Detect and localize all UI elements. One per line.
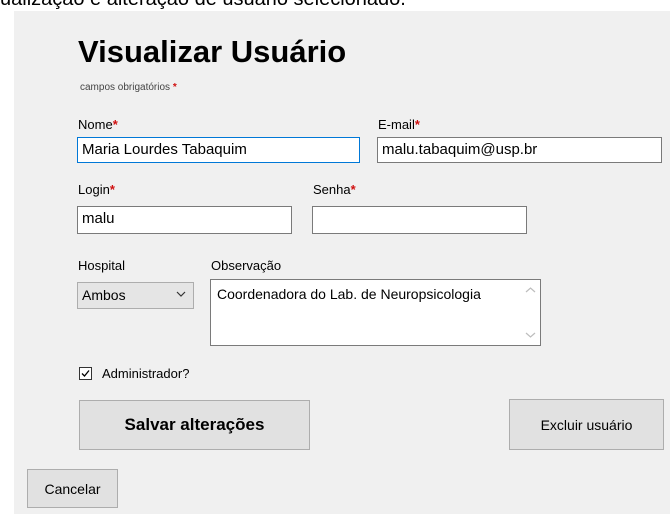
- hospital-select[interactable]: Ambos: [77, 282, 194, 309]
- hospital-selected-value: Ambos: [82, 287, 126, 303]
- chevron-down-icon: [176, 291, 186, 297]
- required-marker: *: [414, 117, 420, 132]
- required-note-text: campos obrigatórios: [80, 82, 171, 93]
- nome-label-text: Nome: [78, 117, 113, 132]
- window-caption: ualização e alteração de usuário selecio…: [0, 0, 406, 11]
- cancel-button[interactable]: Cancelar: [27, 469, 118, 508]
- required-marker: *: [112, 117, 118, 132]
- observacao-scrollbar[interactable]: [522, 281, 539, 344]
- hospital-label: Hospital: [78, 258, 125, 273]
- required-marker: *: [350, 182, 356, 197]
- scroll-up-icon[interactable]: [525, 286, 536, 294]
- nome-input[interactable]: Maria Lourdes Tabaquim: [77, 137, 360, 163]
- save-button[interactable]: Salvar alterações: [79, 400, 310, 450]
- required-marker: *: [172, 82, 177, 93]
- email-label-text: E-mail: [378, 117, 415, 132]
- observacao-label: Observação: [211, 258, 282, 273]
- admin-checkbox[interactable]: [79, 367, 92, 380]
- admin-label: Administrador?: [102, 366, 190, 381]
- delete-user-button[interactable]: Excluir usuário: [509, 399, 664, 450]
- login-input[interactable]: malu: [77, 206, 292, 234]
- observacao-textarea[interactable]: Coordenadora do Lab. de Neuropsicologia: [210, 279, 541, 346]
- page-title: Visualizar Usuário: [78, 34, 347, 69]
- required-fields-note: campos obrigatórios *: [80, 82, 177, 93]
- login-label-text: Login: [78, 182, 110, 197]
- senha-label: Senha*: [313, 182, 356, 197]
- senha-input[interactable]: [312, 206, 527, 234]
- required-marker: *: [109, 182, 115, 197]
- nome-label: Nome*: [78, 117, 118, 132]
- email-label: E-mail*: [378, 117, 420, 132]
- senha-label-text: Senha: [313, 182, 351, 197]
- login-label: Login*: [78, 182, 115, 197]
- check-icon: [81, 370, 90, 377]
- scroll-down-icon[interactable]: [525, 331, 536, 339]
- email-input[interactable]: malu.tabaquim@usp.br: [377, 137, 662, 163]
- observacao-text: Coordenadora do Lab. de Neuropsicologia: [217, 286, 481, 302]
